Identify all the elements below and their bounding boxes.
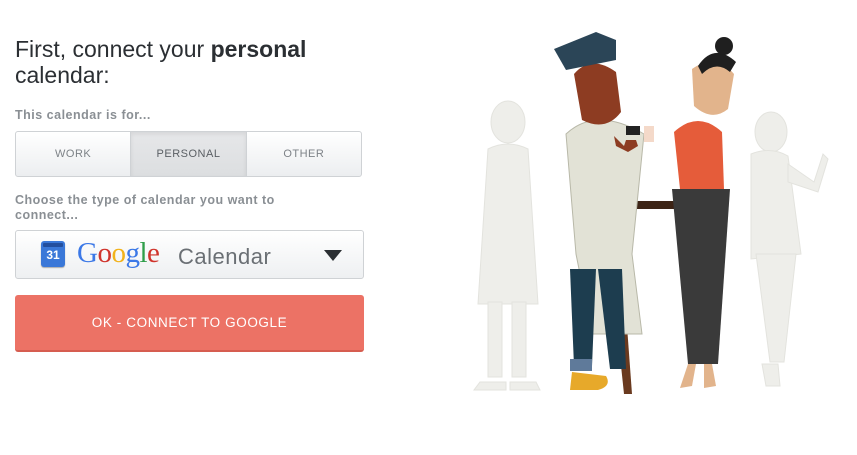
- option-personal-button[interactable]: PERSONAL: [131, 132, 247, 176]
- google-letter-5: l: [139, 237, 148, 269]
- connect-google-button[interactable]: OK - CONNECT TO GOOGLE: [15, 295, 364, 352]
- calendar-type-label: Choose the type of calendar you want to …: [15, 193, 275, 222]
- calendar-for-segmented-control: WORK PERSONAL OTHER: [15, 131, 362, 177]
- calendar-type-select[interactable]: 31 Google Calendar: [15, 230, 364, 279]
- google-letter-3: o: [111, 237, 126, 269]
- option-other-button[interactable]: OTHER: [247, 132, 361, 176]
- page-title: First, connect your personal calendar:: [15, 36, 375, 88]
- google-letter-6: e: [147, 237, 160, 269]
- title-suffix: calendar:: [15, 62, 110, 88]
- chevron-down-icon[interactable]: [324, 250, 342, 261]
- google-letter-1: G: [77, 237, 98, 269]
- title-prefix: First, connect your: [15, 36, 211, 62]
- google-calendar-icon: 31: [41, 241, 65, 267]
- google-logo: Google: [77, 237, 160, 270]
- calendar-product-name: Calendar: [178, 244, 272, 269]
- google-letter-4: g: [125, 237, 140, 269]
- option-work-button[interactable]: WORK: [16, 132, 132, 176]
- title-emphasis: personal: [210, 36, 307, 62]
- google-letter-2: o: [97, 237, 112, 269]
- calendar-icon-day: 31: [46, 248, 60, 262]
- calendar-for-label: This calendar is for...: [15, 108, 151, 122]
- couple-illustration: [473, 32, 829, 394]
